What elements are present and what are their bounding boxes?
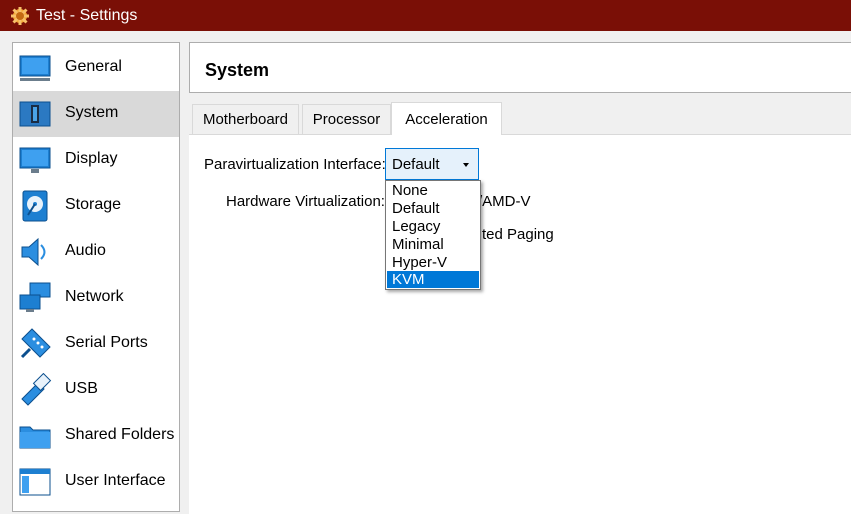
tab-acceleration[interactable]: Acceleration: [391, 102, 502, 135]
tab-motherboard[interactable]: Motherboard: [192, 104, 299, 135]
user-interface-icon: [18, 465, 52, 499]
sidebar-item-audio[interactable]: Audio: [13, 229, 179, 275]
paravirtualization-dropdown-list: None Default Legacy Minimal Hyper-V KVM: [385, 180, 481, 290]
sidebar-item-label: Storage: [65, 196, 122, 213]
sidebar-item-user-interface[interactable]: User Interface: [13, 459, 179, 505]
acceleration-tab-pane: [189, 134, 851, 514]
page-title: System: [205, 60, 270, 80]
serial-ports-icon: [18, 327, 52, 361]
paravirtualization-interface-combobox[interactable]: Default: [385, 148, 479, 180]
paravirtualization-interface-label: Paravirtualization Interface:: [204, 156, 386, 173]
general-icon: [18, 51, 52, 85]
settings-sidebar: General System Display Storage Audio Net…: [12, 42, 180, 512]
sidebar-item-network[interactable]: Network: [13, 275, 179, 321]
dropdown-option-kvm[interactable]: KVM: [387, 271, 479, 288]
network-icon: [18, 281, 52, 315]
chevron-down-icon: [463, 163, 469, 167]
folder-icon: [18, 419, 52, 453]
sidebar-item-label: USB: [65, 380, 98, 397]
dropdown-option-default[interactable]: Default: [387, 200, 479, 217]
window-title: Test - Settings: [36, 6, 138, 24]
dropdown-option-none[interactable]: None: [387, 182, 479, 199]
title-bar: Test - Settings: [0, 0, 851, 31]
sidebar-item-label: Network: [65, 288, 124, 305]
tab-processor[interactable]: Processor: [302, 104, 391, 135]
sidebar-item-label: Audio: [65, 242, 106, 259]
sidebar-item-label: Serial Ports: [65, 334, 148, 351]
page-header: System: [189, 42, 851, 93]
sidebar-item-shared-folders[interactable]: Shared Folders: [13, 413, 179, 459]
storage-icon: [18, 189, 52, 223]
enable-vtx-amdv-checkbox-label[interactable]: /AMD-V: [478, 193, 531, 210]
sidebar-item-label: Display: [65, 150, 118, 167]
sidebar-item-label: System: [65, 104, 119, 121]
dropdown-option-legacy[interactable]: Legacy: [387, 218, 479, 235]
sidebar-item-usb[interactable]: USB: [13, 367, 179, 413]
usb-icon: [18, 372, 52, 407]
sidebar-item-serial-ports[interactable]: Serial Ports: [13, 321, 179, 367]
enable-nested-paging-checkbox-label[interactable]: ted Paging: [482, 226, 554, 243]
combobox-value: Default: [392, 156, 440, 173]
sidebar-item-label: Shared Folders: [65, 426, 175, 443]
audio-icon: [18, 235, 52, 269]
virtualbox-gear-icon: [10, 6, 30, 26]
display-icon: [18, 143, 52, 177]
dropdown-option-minimal[interactable]: Minimal: [387, 236, 479, 253]
sidebar-item-storage[interactable]: Storage: [13, 183, 179, 229]
hardware-virtualization-label: Hardware Virtualization:: [226, 193, 385, 210]
sidebar-item-display[interactable]: Display: [13, 137, 179, 183]
system-icon: [18, 97, 52, 131]
dropdown-option-hyper-v[interactable]: Hyper-V: [387, 254, 479, 271]
sidebar-item-label: General: [65, 58, 122, 75]
sidebar-item-label: User Interface: [65, 472, 166, 489]
sidebar-item-general[interactable]: General: [13, 45, 179, 91]
sidebar-item-system[interactable]: System: [13, 91, 179, 137]
